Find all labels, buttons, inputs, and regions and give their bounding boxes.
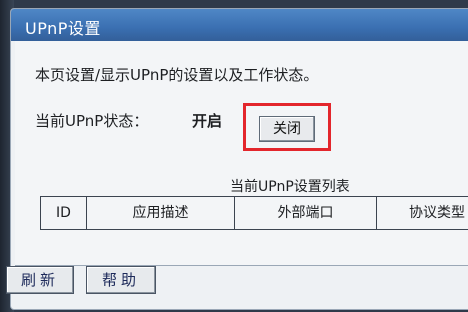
- column-header-protocol-type: 协议类型: [376, 197, 468, 229]
- refresh-button[interactable]: 刷新: [6, 266, 74, 294]
- column-header-app-description: 应用描述: [86, 197, 234, 229]
- help-button[interactable]: 帮助: [86, 266, 156, 294]
- window-titlebar: UPnP设置: [11, 9, 468, 41]
- upnp-status-value: 开启: [192, 112, 223, 130]
- window-title: UPnP设置: [25, 19, 101, 38]
- column-header-id: ID: [40, 197, 86, 229]
- highlight-annotation: [243, 103, 331, 151]
- page-description: 本页设置/显示UPnP的设置以及工作状态。: [35, 66, 319, 84]
- column-header-external-port: 外部端口: [234, 197, 376, 229]
- upnp-status-label: 当前UPnP状态：: [35, 112, 149, 130]
- upnp-list-title: 当前UPnP设置列表: [230, 179, 350, 195]
- upnp-settings-window: UPnP设置: [10, 8, 468, 310]
- upnp-table-header: ID 应用描述 外部端口 协议类型: [40, 196, 468, 230]
